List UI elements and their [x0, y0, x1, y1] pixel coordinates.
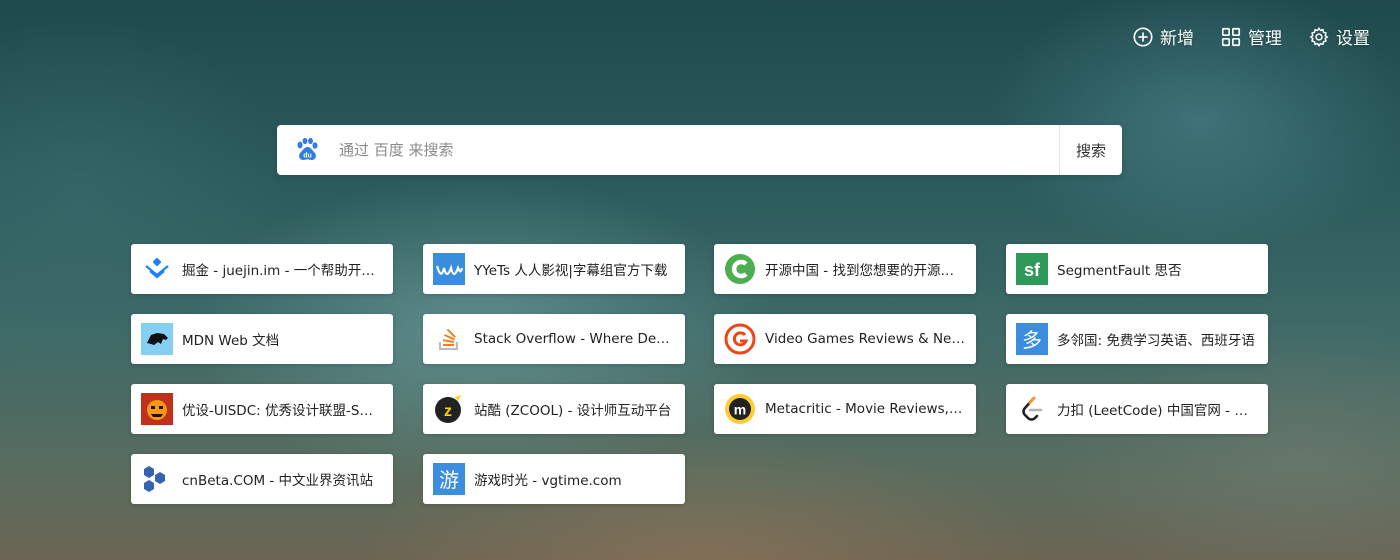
leetcode-icon — [1016, 393, 1048, 425]
tile-label: 站酷 (ZCOOL) - 设计师互动平台 — [474, 403, 672, 419]
tile-label: Video Games Reviews & News - GameSpot — [765, 331, 965, 347]
toolbar: 新增 管理 设置 — [1132, 24, 1370, 49]
search-input[interactable] — [337, 140, 1059, 160]
uisdc-icon — [141, 393, 173, 425]
settings-label: 设置 — [1336, 29, 1370, 49]
zcool-icon: z — [433, 393, 465, 425]
plus-circle-icon — [1133, 26, 1153, 47]
stackoverflow-icon — [433, 323, 465, 355]
add-button[interactable]: 新增 — [1132, 24, 1194, 49]
tile-duolingo[interactable]: 多 多邻国: 免费学习英语、西班牙语 — [1006, 314, 1268, 364]
mdn-icon — [141, 323, 173, 355]
svg-text:多: 多 — [1022, 328, 1042, 352]
duolingo-icon: 多 — [1016, 323, 1048, 355]
metacritic-icon: m — [724, 393, 756, 425]
tile-cnbeta[interactable]: cnBeta.COM - 中文业界资讯站 — [131, 454, 393, 504]
tile-label: SegmentFault 思否 — [1057, 263, 1182, 279]
tile-label: YYeTs 人人影视|字幕组官方下载 — [474, 263, 668, 279]
yyets-icon — [433, 253, 465, 285]
gear-icon — [1309, 26, 1329, 47]
tile-oschina[interactable]: 开源中国 - 找到您想要的开源项目 — [714, 244, 976, 294]
tile-label: 掘金 - juejin.im - 一个帮助开发者成长的社区 — [182, 263, 382, 279]
tile-label: 力扣 (LeetCode) 中国官网 - 全球极客 — [1057, 403, 1257, 419]
tile-label: 多邻国: 免费学习英语、西班牙语 — [1057, 333, 1255, 349]
tile-segmentfault[interactable]: sf SegmentFault 思否 — [1006, 244, 1268, 294]
svg-text:z: z — [444, 403, 452, 420]
juejin-icon — [141, 253, 173, 285]
svg-text:du: du — [303, 153, 312, 160]
tile-metacritic[interactable]: m Metacritic - Movie Reviews, TV Reviews — [714, 384, 976, 434]
add-label: 新增 — [1160, 29, 1194, 49]
segmentfault-icon: sf — [1016, 253, 1048, 285]
tile-label: Metacritic - Movie Reviews, TV Reviews — [765, 401, 965, 417]
gamespot-icon — [724, 323, 756, 355]
tile-label: 游戏时光 - vgtime.com — [474, 473, 622, 489]
tile-label: Stack Overflow - Where Developers Learn — [474, 331, 674, 347]
oschina-icon — [724, 253, 756, 285]
tile-uisdc[interactable]: 优设-UISDC: 优秀设计联盟-SDC设计 — [131, 384, 393, 434]
search-button[interactable]: 搜索 — [1059, 125, 1122, 175]
svg-text:sf: sf — [1024, 260, 1041, 280]
tile-label: MDN Web 文档 — [182, 333, 280, 349]
cnbeta-icon — [141, 463, 173, 495]
search-bar: du 搜索 — [277, 125, 1122, 175]
manage-button[interactable]: 管理 — [1220, 24, 1282, 49]
tile-stackoverflow[interactable]: Stack Overflow - Where Developers Learn — [423, 314, 685, 364]
tile-juejin[interactable]: 掘金 - juejin.im - 一个帮助开发者成长的社区 — [131, 244, 393, 294]
tile-zcool[interactable]: z 站酷 (ZCOOL) - 设计师互动平台 — [423, 384, 685, 434]
tile-yyets[interactable]: YYeTs 人人影视|字幕组官方下载 — [423, 244, 685, 294]
tile-vgtime[interactable]: 游 游戏时光 - vgtime.com — [423, 454, 685, 504]
baidu-paw-icon[interactable]: du — [277, 125, 337, 175]
manage-label: 管理 — [1248, 29, 1282, 49]
tile-label: 优设-UISDC: 优秀设计联盟-SDC设计 — [182, 403, 382, 419]
svg-text:m: m — [734, 402, 746, 418]
tile-mdn[interactable]: MDN Web 文档 — [131, 314, 393, 364]
tile-label: cnBeta.COM - 中文业界资讯站 — [182, 473, 374, 489]
svg-text:游: 游 — [439, 468, 459, 492]
tile-label: 开源中国 - 找到您想要的开源项目 — [765, 263, 965, 279]
settings-button[interactable]: 设置 — [1308, 24, 1370, 49]
tile-leetcode[interactable]: 力扣 (LeetCode) 中国官网 - 全球极客 — [1006, 384, 1268, 434]
vgtime-icon: 游 — [433, 463, 465, 495]
grid-icon — [1221, 27, 1241, 46]
tile-gamespot[interactable]: Video Games Reviews & News - GameSpot — [714, 314, 976, 364]
